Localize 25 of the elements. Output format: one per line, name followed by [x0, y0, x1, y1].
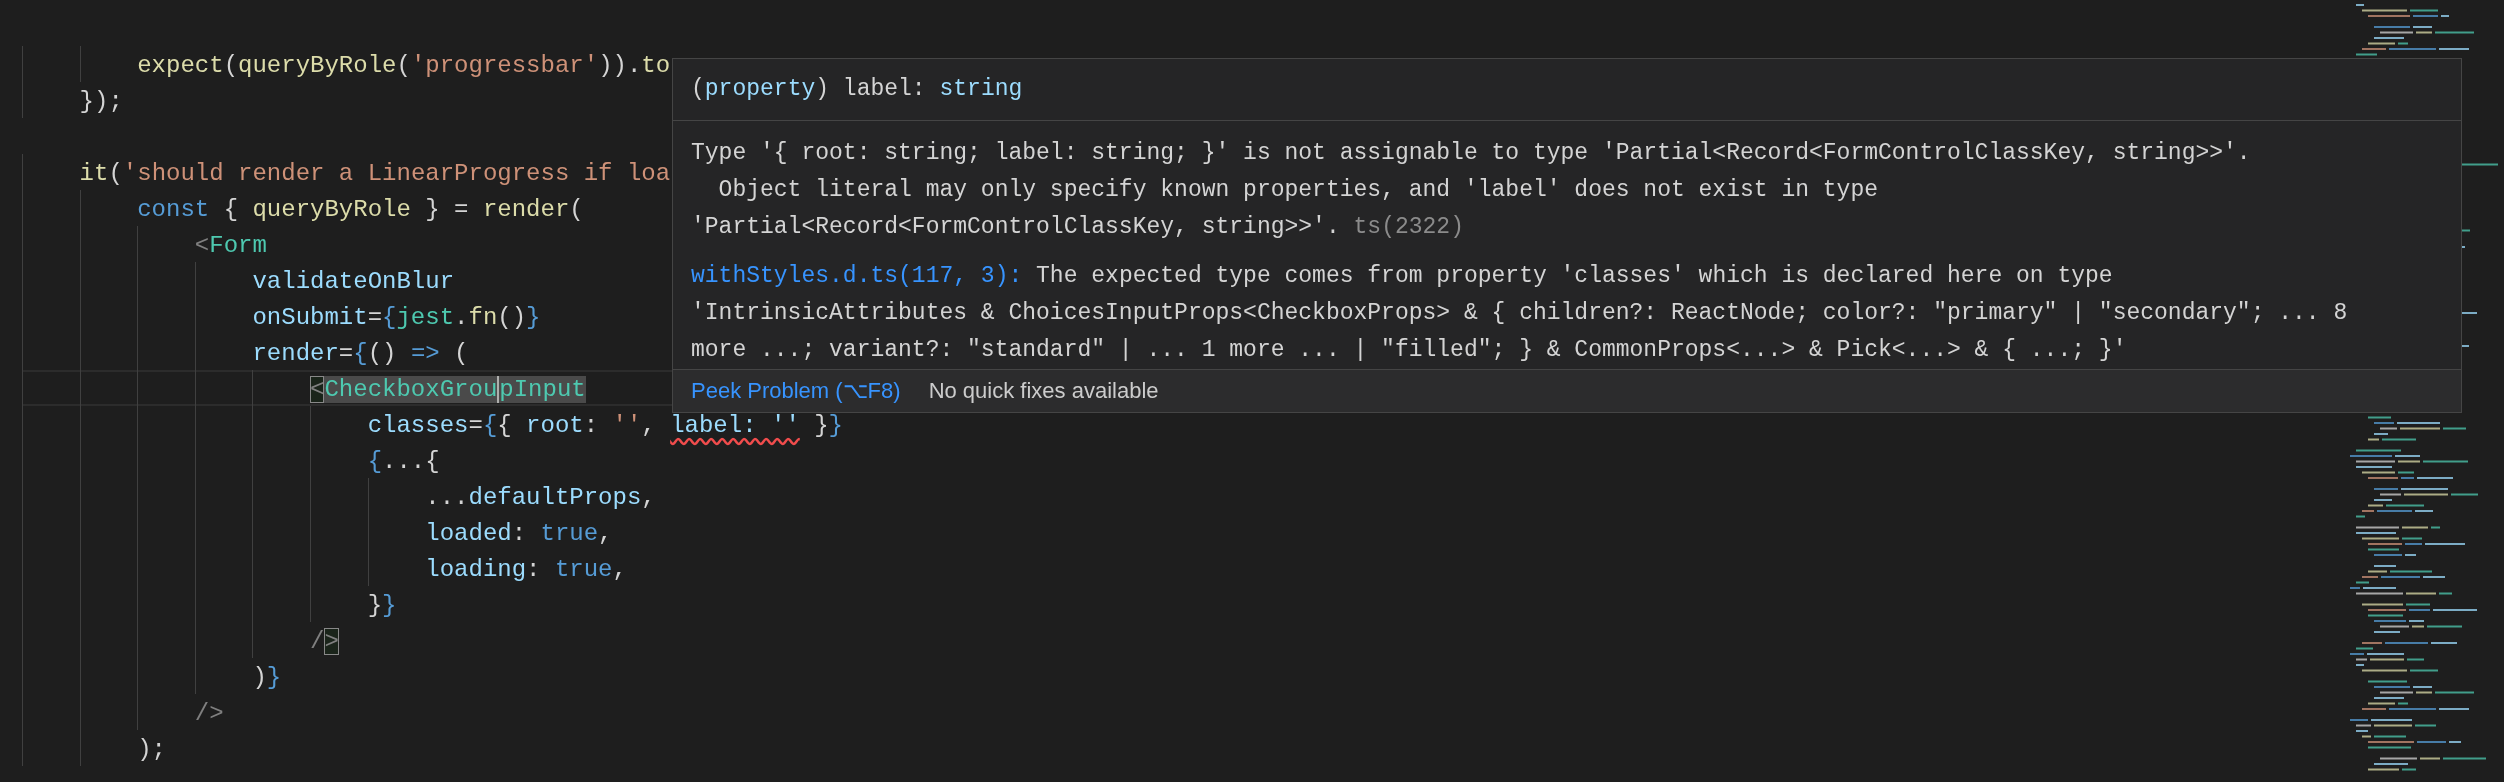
code-line: /> — [309, 628, 339, 655]
code-line: classes={{ root: '', label: '' }} — [366, 412, 843, 439]
code-line: <CheckboxGrou pInput — [309, 376, 586, 403]
code-line: const { queryByRole } = render( — [136, 196, 584, 223]
peek-problem-link[interactable]: Peek Problem (⌥F8) — [691, 374, 901, 408]
code-line: <Form — [193, 232, 267, 259]
code-line: validateOnBlur — [251, 268, 455, 295]
code-line: ...defaultProps, — [424, 484, 656, 511]
error-message: Type '{ root: string; label: string; }' is not assignable to type 'Partial<Record<FormControlClassKey, string>>'. Object literal may only specify known properties, and 'label' does not exist in type 'Partial<Record<FormControlClassKey, string>>'. ts(2322) — [691, 138, 2252, 242]
code-line: ); — [136, 736, 167, 763]
file-link[interactable]: withStyles.d.ts(117, 3): — [691, 262, 1023, 289]
no-quick-fixes-text: No quick fixes available — [928, 377, 1159, 406]
signature-text: (property) label: string — [691, 75, 1023, 105]
code-line: onSubmit={jest.fn()} — [251, 304, 541, 331]
code-line: expect(queryByRole('progressbar')).to — [136, 52, 671, 79]
code-line: render={() => ( — [251, 340, 469, 367]
code-line: loading: true, — [424, 556, 627, 583]
code-line: /> — [193, 700, 224, 727]
code-line: )} — [251, 664, 282, 691]
code-line: }} — [366, 592, 397, 619]
code-line: loaded: true, — [424, 520, 613, 547]
code-line: {...{ — [366, 448, 440, 475]
code-line: it('should render a LinearProgress if loa — [78, 160, 671, 187]
code-line: }); — [78, 88, 123, 115]
related-info: withStyles.d.ts(117, 3): The expected type comes from property 'classes' which is declared here on type 'IntrinsicAttributes & ChoicesInputProps<CheckboxProps> & { children?: ReactNode; color?: "primary" | "secondary"; ... 8 more ...; variant?: "standard" | ... 1 more ... | "filled"; } & CommonProps<...> & Pick<...> & { ...; }' — [691, 261, 2349, 365]
